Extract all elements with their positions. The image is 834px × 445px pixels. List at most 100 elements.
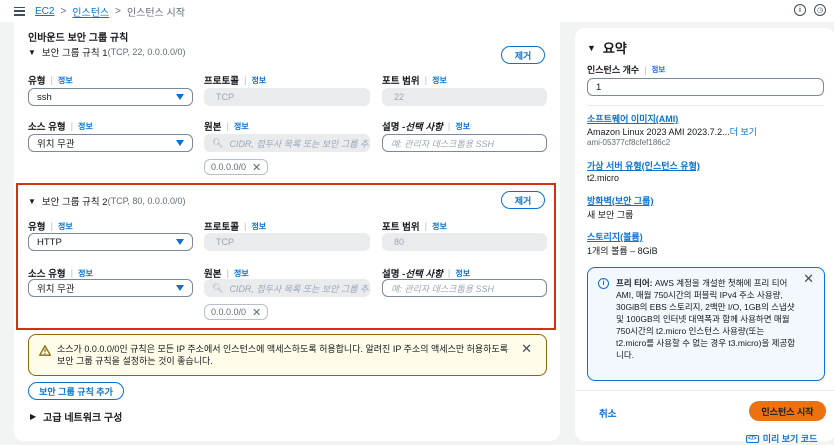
divider	[575, 390, 834, 391]
rule-2-protocol-label: 프로토콜 | 정보	[204, 220, 267, 234]
rule-2-source-search[interactable]: 🔍︎ CIDR, 접두사 목록 또는 보안 그룹 추가	[204, 279, 370, 297]
chevron-right-icon: >	[115, 5, 121, 17]
preview-code-label: 미리 보기 코드	[762, 434, 818, 444]
cancel-button[interactable]: 취소	[599, 406, 616, 420]
breadcrumb-current: 인스턴스 시작	[126, 7, 185, 19]
rule-2-description-input[interactable]: 예: 관리자 데스크톱용 SSH	[382, 279, 547, 297]
firewall-value: 새 보안 그룹	[587, 210, 634, 220]
top-bar: EC2 > 인스턴스 > 인스턴스 시작 i ◷	[0, 0, 834, 22]
storage-value: 1개의 볼륨 – 8GiB	[587, 246, 658, 256]
rule-1-source-type-label: 소스 유형 | 정보	[28, 120, 93, 134]
launch-instance-button[interactable]: 인스턴스 시작	[749, 401, 826, 421]
rule-2-type-select[interactable]: HTTP	[28, 233, 193, 251]
chevron-right-icon: >	[60, 5, 67, 17]
info-link[interactable]: 정보	[432, 75, 447, 86]
info-link[interactable]: 정보	[251, 221, 266, 232]
rule-1-source-search[interactable]: 🔍︎ CIDR, 접두사 목록 또는 보안 그룹 추가	[204, 134, 370, 152]
advanced-network-label: 고급 네트워크 구성	[43, 413, 123, 424]
info-link[interactable]: 정보	[455, 268, 470, 279]
rule-1-type-label: 유형 | 정보	[28, 74, 73, 88]
network-settings-panel: 인바운드 보안 그룹 규칙 ▼ 보안 그룹 규칙 1 (TCP, 22, 0.0…	[14, 22, 560, 441]
warning-icon	[39, 345, 51, 356]
rule-1-source-label: 원본 | 정보	[204, 120, 249, 134]
divider	[587, 105, 824, 106]
menu-icon[interactable]	[14, 6, 25, 16]
rule-1-description-label: 설명 - 선택 사항 | 정보	[382, 120, 471, 134]
rule-2-source-token: 0.0.0.0/0 ✕	[204, 304, 269, 320]
info-icon[interactable]: i	[794, 4, 806, 16]
info-link[interactable]: 정보	[234, 268, 249, 279]
summary-toggle[interactable]: ▼ 요약	[587, 38, 627, 57]
rule-2-source-type-select[interactable]: 위치 무관	[28, 279, 193, 297]
code-icon: </>	[746, 434, 759, 443]
instance-type-link[interactable]: 가상 서버 유형(인스턴스 유형)	[587, 159, 700, 172]
rule-2-title: 보안 그룹 규칙 2	[41, 197, 108, 208]
rule-1-description-input[interactable]: 예: 관리자 데스크톱용 SSH	[382, 134, 547, 152]
info-icon: i	[598, 278, 609, 289]
close-icon[interactable]: ✕	[252, 306, 261, 319]
rule-2-protocol-input: TCP	[204, 233, 370, 251]
info-link[interactable]: 정보	[432, 221, 447, 232]
rule-1-title: 보안 그룹 규칙 1	[41, 48, 108, 59]
caret-down-icon	[176, 239, 184, 245]
close-icon[interactable]: ✕	[252, 161, 261, 174]
rule-1-type-select[interactable]: ssh	[28, 88, 193, 106]
rule-1-protocol-input: TCP	[204, 88, 370, 106]
remove-rule-1-button[interactable]: 제거	[501, 46, 545, 64]
info-link[interactable]: 정보	[455, 121, 470, 132]
info-link[interactable]: 정보	[251, 75, 266, 86]
rule-1-header[interactable]: ▼ 보안 그룹 규칙 1 (TCP, 22, 0.0.0.0/0)	[28, 45, 185, 59]
inbound-rules-title: 인바운드 보안 그룹 규칙	[28, 33, 129, 44]
info-link[interactable]: 정보	[652, 64, 666, 75]
rule-2-source-label: 원본 | 정보	[204, 267, 249, 281]
search-icon: 🔍︎	[212, 282, 224, 293]
storage-link[interactable]: 스토리지(볼륨)	[587, 230, 643, 243]
rule-1-protocol-label: 프로토콜 | 정보	[204, 74, 267, 88]
rule-2-type-label: 유형 | 정보	[28, 220, 73, 234]
rule-1-port-label: 포트 범위 | 정보	[382, 74, 447, 88]
instance-type-value: t2.micro	[587, 173, 620, 183]
instance-count-label: 인스턴스 개수 | 정보	[587, 64, 666, 76]
rule-2-detail: (TCP, 80, 0.0.0.0/0)	[107, 196, 186, 206]
info-link[interactable]: 정보	[234, 121, 249, 132]
info-link[interactable]: 정보	[78, 121, 93, 132]
search-icon: 🔍︎	[212, 137, 224, 148]
rule-2-header[interactable]: ▼ 보안 그룹 규칙 2 (TCP, 80, 0.0.0.0/0)	[28, 194, 185, 208]
caret-down-icon	[176, 285, 184, 291]
open-access-warning: 소스가 0.0.0.0/0인 규칙은 모든 IP 주소에서 인스턴스에 액세스하…	[28, 334, 547, 376]
firewall-link[interactable]: 방화벽(보안 그룹)	[587, 194, 653, 207]
info-link[interactable]: 정보	[78, 268, 93, 279]
advanced-network-toggle[interactable]: ▶ 고급 네트워크 구성	[30, 409, 122, 424]
rule-2-source-type-label: 소스 유형 | 정보	[28, 267, 93, 281]
rule-1-detail: (TCP, 22, 0.0.0.0/0)	[107, 47, 186, 57]
preview-code-button[interactable]: </> 미리 보기 코드	[746, 432, 817, 445]
caret-right-icon: ▶	[30, 412, 37, 421]
rule-1-source-type-select[interactable]: 위치 무관	[28, 134, 193, 152]
rule-2-port-input: 80	[382, 233, 547, 251]
ami-id: ami-05377cf8cfef186c2	[587, 138, 671, 147]
caret-down-icon: ▼	[587, 42, 596, 53]
info-link[interactable]: 정보	[58, 221, 73, 232]
free-tier-info: i 프리 티어: AWS 계정을 개설한 첫해에 프리 티어 AMI, 매월 7…	[587, 267, 825, 381]
summary-title: 요약	[602, 41, 627, 56]
remove-rule-2-button[interactable]: 제거	[501, 191, 545, 209]
clock-icon[interactable]: ◷	[814, 4, 826, 16]
rule-2-port-label: 포트 범위 | 정보	[382, 220, 447, 234]
add-rule-button[interactable]: 보안 그룹 규칙 추가	[28, 382, 124, 400]
caret-down-icon	[176, 140, 184, 146]
breadcrumb-ec2[interactable]: EC2	[35, 6, 54, 17]
instance-count-input[interactable]: 1	[587, 78, 824, 96]
ami-link[interactable]: 소프트웨어 이미지(AMI)	[587, 112, 678, 125]
rule-1-port-input: 22	[382, 88, 547, 106]
free-tier-text: 프리 티어: AWS 계정을 개설한 첫해에 프리 티어 AMI, 매월 750…	[616, 278, 796, 360]
close-icon[interactable]: ✕	[521, 341, 532, 357]
warning-text: 소스가 0.0.0.0/0인 규칙은 모든 IP 주소에서 인스턴스에 액세스하…	[57, 344, 509, 366]
info-link[interactable]: 정보	[58, 75, 73, 86]
caret-down-icon: ▼	[28, 47, 36, 57]
close-icon[interactable]: ✕	[803, 272, 814, 285]
rule-2-description-label: 설명 - 선택 사항 | 정보	[382, 267, 471, 281]
breadcrumb-instances[interactable]: 인스턴스	[72, 4, 109, 19]
ami-value: Amazon Linux 2023 AMI 2023.7.2...더 보기	[587, 127, 757, 137]
ami-more-link[interactable]: 더 보기	[730, 127, 757, 137]
caret-down-icon: ▼	[28, 196, 36, 206]
